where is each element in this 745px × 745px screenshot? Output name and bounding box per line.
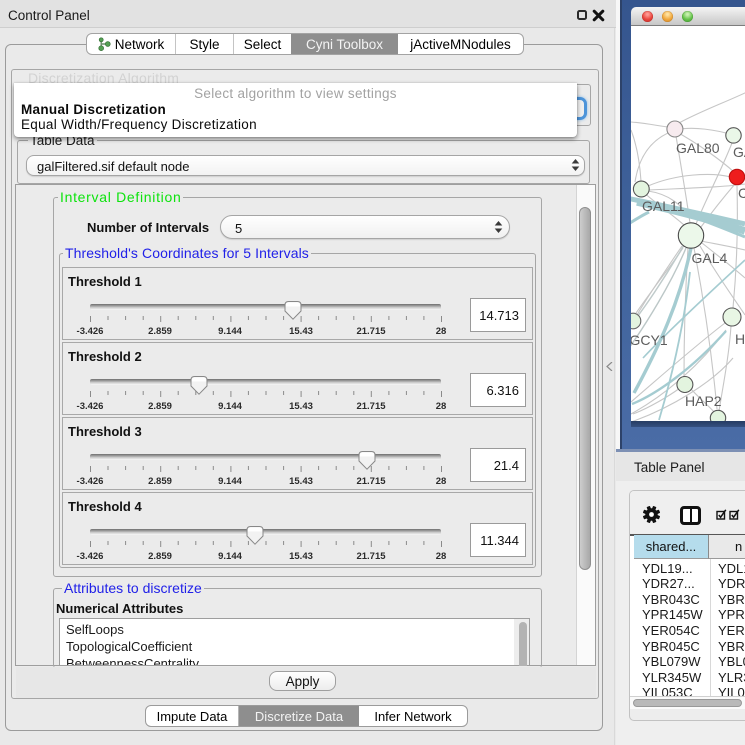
svg-text:GAL4: GAL4 [692, 250, 728, 266]
svg-text:GAL80: GAL80 [676, 140, 720, 156]
svg-text:GAL11: GAL11 [642, 198, 685, 214]
svg-text:C: C [738, 185, 745, 201]
svg-text:H: H [735, 331, 745, 347]
svg-text:GA: GA [733, 144, 745, 160]
svg-text:GCY1: GCY1 [631, 332, 668, 348]
svg-text:HAP2: HAP2 [685, 393, 722, 409]
